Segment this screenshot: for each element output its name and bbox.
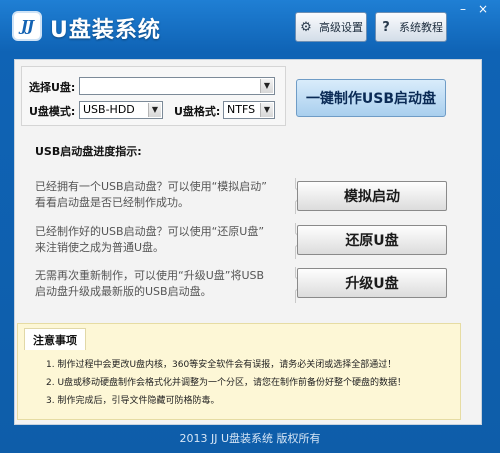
system-tutorial-button[interactable]: ? 系统教程 xyxy=(375,12,447,42)
u-mode-combo[interactable]: USB-HDD ▼ xyxy=(79,101,163,119)
close-button[interactable]: × xyxy=(474,2,492,16)
select-u-combo[interactable]: ▼ xyxy=(79,77,275,95)
notes-list: 1. 制作过程中会更改U盘内核，360等安全软件会有误报，请务必关闭或选择全部通… xyxy=(46,356,446,410)
logo-text: JJ xyxy=(20,17,34,35)
u-format-value: NTFS xyxy=(227,103,256,116)
u-mode-value: USB-HDD xyxy=(83,103,135,116)
device-settings-box: 选择U盘: ▼ U盘模式: USB-HDD ▼ U盘格式: NTFS ▼ xyxy=(21,66,286,126)
upgrade-u-button[interactable]: 升级U盘 xyxy=(297,268,447,298)
app-window: JJ U盘装系统 – × ⚙ 高级设置 ? 系统教程 选择U盘: ▼ U盘模式:… xyxy=(0,0,500,453)
advanced-settings-label: 高级设置 xyxy=(319,21,363,34)
minimize-button[interactable]: – xyxy=(454,2,472,16)
gear-icon: ⚙ xyxy=(300,19,312,35)
restore-u-row: 已经制作好的USB启动盘？可以使用“还原U盘” 来注销使之成为普通U盘。 xyxy=(28,223,304,259)
simulate-boot-button[interactable]: 模拟启动 xyxy=(297,181,447,211)
notes-panel: 注意事项 1. 制作过程中会更改U盘内核，360等安全软件会有误报，请务必关闭或… xyxy=(17,323,461,420)
progress-label: USB启动盘进度指示: xyxy=(35,145,142,158)
simulate-boot-desc-line2: 看看启动盘是否已经制作成功。 xyxy=(35,196,189,209)
simulate-boot-row: 已经拥有一个USB启动盘？可以使用“模拟启动” 看看启动盘是否已经制作成功。 xyxy=(28,178,304,214)
u-mode-label: U盘模式: xyxy=(29,105,76,118)
simulate-boot-desc-line1: 已经拥有一个USB启动盘？可以使用“模拟启动” xyxy=(35,180,267,193)
restore-u-description: 已经制作好的USB启动盘？可以使用“还原U盘” 来注销使之成为普通U盘。 xyxy=(35,224,285,256)
main-panel: 选择U盘: ▼ U盘模式: USB-HDD ▼ U盘格式: NTFS ▼ 一键制… xyxy=(14,59,482,425)
chevron-down-icon[interactable]: ▼ xyxy=(260,103,273,117)
u-format-label: U盘格式: xyxy=(174,105,221,118)
note-item: 2. U盘或移动硬盘制作会格式化并调整为一个分区，请您在制作前备份好整个硬盘的数… xyxy=(46,378,407,388)
note-item: 1. 制作过程中会更改U盘内核，360等安全软件会有误报，请务必关闭或选择全部通… xyxy=(46,360,397,370)
app-logo: JJ xyxy=(12,11,42,41)
title-bar[interactable]: JJ U盘装系统 – × ⚙ 高级设置 ? 系统教程 xyxy=(0,0,500,52)
system-tutorial-label: 系统教程 xyxy=(399,21,443,34)
advanced-settings-button[interactable]: ⚙ 高级设置 xyxy=(295,12,367,42)
help-icon: ? xyxy=(382,19,390,35)
u-format-combo[interactable]: NTFS ▼ xyxy=(223,101,275,119)
note-item: 3. 制作完成后，引导文件隐藏可防格防毒。 xyxy=(46,396,220,406)
chevron-down-icon[interactable]: ▼ xyxy=(148,103,161,117)
select-u-label: 选择U盘: xyxy=(29,81,76,94)
app-title: U盘装系统 xyxy=(50,18,161,43)
simulate-boot-description: 已经拥有一个USB启动盘？可以使用“模拟启动” 看看启动盘是否已经制作成功。 xyxy=(35,179,285,211)
upgrade-u-row: 无需再次重新制作，可以使用“升级U盘”将USB 启动盘升级成最新版的USB启动盘… xyxy=(28,267,304,303)
notes-title: 注意事项 xyxy=(24,328,86,350)
make-usb-boot-button[interactable]: 一键制作USB启动盘 xyxy=(296,79,446,117)
upgrade-u-desc-line2: 启动盘升级成最新版的USB启动盘。 xyxy=(35,285,212,298)
copyright-footer: 2013 JJ U盘装系统 版权所有 xyxy=(179,432,321,445)
upgrade-u-desc-line1: 无需再次重新制作，可以使用“升级U盘”将USB xyxy=(35,269,265,282)
restore-u-desc-line1: 已经制作好的USB启动盘？可以使用“还原U盘” xyxy=(35,225,265,238)
upgrade-u-description: 无需再次重新制作，可以使用“升级U盘”将USB 启动盘升级成最新版的USB启动盘… xyxy=(35,268,285,300)
restore-u-desc-line2: 来注销使之成为普通U盘。 xyxy=(35,241,165,254)
chevron-down-icon[interactable]: ▼ xyxy=(260,79,273,93)
restore-u-button[interactable]: 还原U盘 xyxy=(297,225,447,255)
